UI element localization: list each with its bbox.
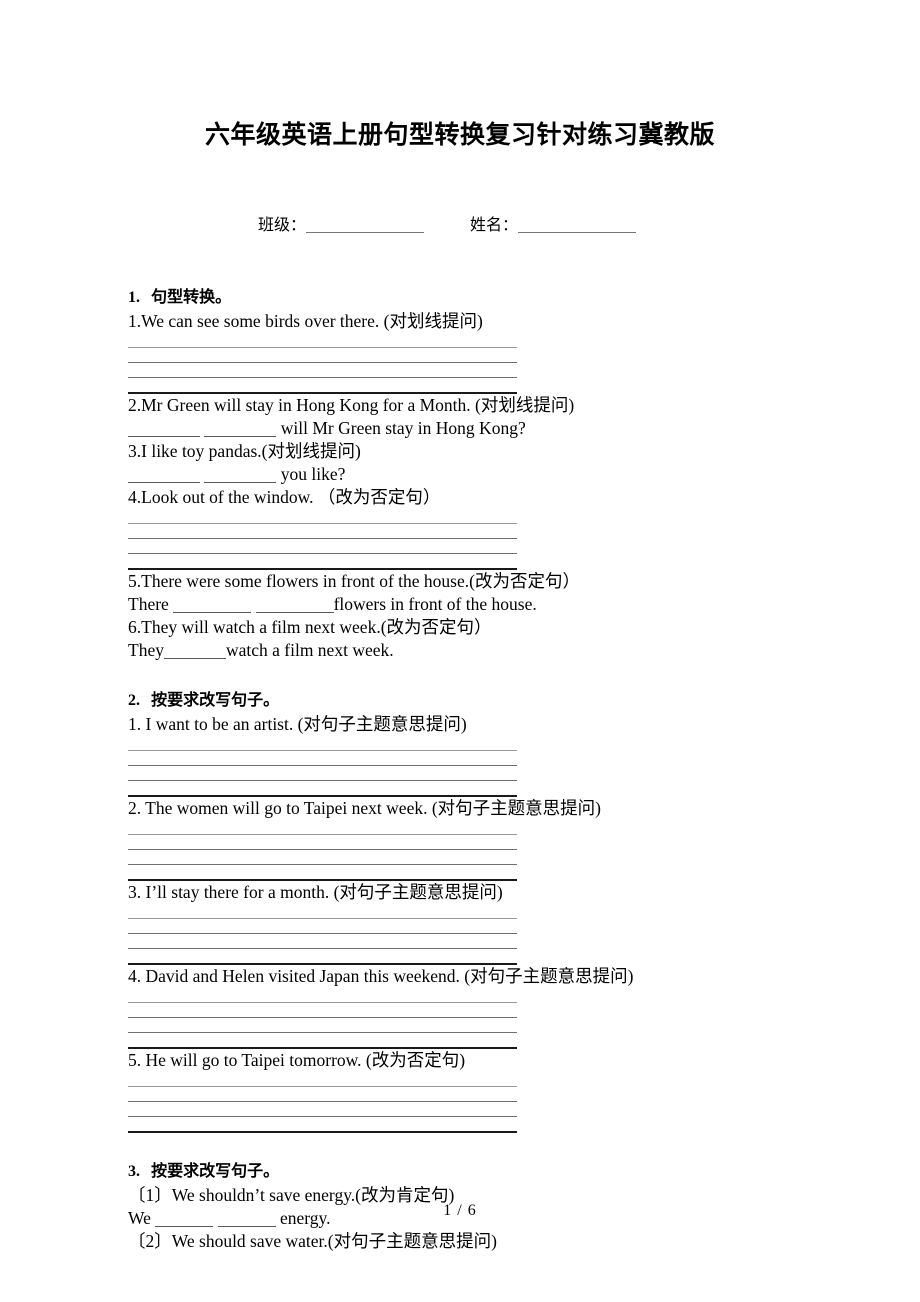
fill-blank[interactable] bbox=[163, 658, 226, 659]
question-prompt: 5.There were some flowers in front of th… bbox=[128, 571, 580, 591]
section-title-3: 按要求改写句子。 bbox=[151, 1161, 280, 1180]
answer-line[interactable] bbox=[128, 554, 517, 570]
answer-line[interactable] bbox=[128, 509, 517, 524]
answer-line[interactable] bbox=[128, 820, 517, 835]
name-label: 姓名： bbox=[470, 215, 519, 234]
question-prompt: 1. I want to be an artist. (对句子主题意思提问) bbox=[128, 714, 467, 734]
answer-lines[interactable] bbox=[128, 736, 517, 797]
question-prompt: 6.They will watch a film next week.(改为否定… bbox=[128, 617, 492, 637]
answer-inline: you like? bbox=[128, 463, 788, 486]
answer-line[interactable] bbox=[128, 781, 517, 797]
answer-suffix: will Mr Green stay in Hong Kong? bbox=[280, 418, 526, 438]
answer-line[interactable] bbox=[128, 1087, 517, 1102]
answer-line[interactable] bbox=[128, 850, 517, 865]
answer-line[interactable] bbox=[128, 736, 517, 751]
question-prompt: 3.I like toy pandas.(对划线提问) bbox=[128, 441, 361, 461]
question-prompt: 〔2〕We should save water.(对句子主题意思提问) bbox=[128, 1231, 497, 1251]
question-prompt: 5. He will go to Taipei tomorrow. (改为否定句… bbox=[128, 1050, 466, 1070]
answer-prefix: There bbox=[128, 594, 169, 614]
fill-blank[interactable] bbox=[155, 1226, 214, 1227]
fill-blank[interactable] bbox=[173, 612, 252, 613]
answer-line[interactable] bbox=[128, 904, 517, 919]
answer-suffix: you like? bbox=[280, 464, 346, 484]
answer-line[interactable] bbox=[128, 1102, 517, 1117]
answer-line[interactable] bbox=[128, 865, 517, 881]
section-number-2: 2. bbox=[128, 692, 140, 709]
answer-line[interactable] bbox=[128, 1072, 517, 1087]
answer-lines[interactable] bbox=[128, 820, 517, 881]
question-prompt: 3. I’ll stay there for a month. (对句子主题意思… bbox=[128, 882, 503, 902]
section-heading-3: 3. 按要求改写句子。 bbox=[128, 1159, 788, 1184]
answer-line[interactable] bbox=[128, 524, 517, 539]
fill-blank[interactable] bbox=[204, 482, 277, 483]
answer-line[interactable] bbox=[128, 835, 517, 850]
answer-line[interactable] bbox=[128, 949, 517, 965]
page-title: 六年级英语上册句型转换复习针对练习冀教版 bbox=[204, 120, 715, 149]
answer-inline: There flowers in front of the house. bbox=[128, 593, 788, 616]
answer-lines[interactable] bbox=[128, 904, 517, 965]
answer-lines[interactable] bbox=[128, 1072, 517, 1133]
fill-blank[interactable] bbox=[204, 436, 277, 437]
document-page: 六年级英语上册句型转换复习针对练习冀教版 班级： 姓名： 1. 句型转换。 1.W… bbox=[0, 0, 920, 1302]
question-prompt: 2. The women will go to Taipei next week… bbox=[128, 798, 601, 818]
answer-prefix: They bbox=[128, 640, 164, 660]
answer-line[interactable] bbox=[128, 1117, 517, 1133]
answer-line[interactable] bbox=[128, 333, 517, 348]
answer-line[interactable] bbox=[128, 1018, 517, 1033]
answer-lines[interactable] bbox=[128, 988, 517, 1049]
answer-line[interactable] bbox=[128, 919, 517, 934]
page-footer: 1 / 6 bbox=[443, 1202, 477, 1219]
answer-line[interactable] bbox=[128, 348, 517, 363]
fill-blank[interactable] bbox=[255, 612, 334, 613]
answer-suffix: flowers in front of the house. bbox=[333, 594, 537, 614]
section-number-3: 3. bbox=[128, 1163, 140, 1180]
question-prompt: 1.We can see some birds over there. (对划线… bbox=[128, 311, 483, 331]
fill-blank[interactable] bbox=[128, 482, 200, 483]
answer-line[interactable] bbox=[128, 363, 517, 378]
class-label: 班级： bbox=[258, 215, 307, 234]
question-prompt: 4. David and Helen visited Japan this we… bbox=[128, 966, 634, 986]
class-blank[interactable] bbox=[306, 232, 425, 233]
fill-blank[interactable] bbox=[128, 436, 200, 437]
answer-line[interactable] bbox=[128, 1033, 517, 1049]
answer-line[interactable] bbox=[128, 934, 517, 949]
name-blank[interactable] bbox=[518, 232, 637, 233]
answer-lines[interactable] bbox=[128, 509, 517, 570]
answer-line[interactable] bbox=[128, 378, 517, 394]
section-title-1: 句型转换。 bbox=[151, 287, 232, 306]
question-prompt: 4.Look out of the window. （改为否定句） bbox=[128, 487, 441, 507]
section-heading-1: 1. 句型转换。 bbox=[128, 285, 788, 310]
exercise-body: 1. 句型转换。 1.We can see some birds over th… bbox=[128, 285, 788, 1253]
answer-line[interactable] bbox=[128, 1003, 517, 1018]
answer-line[interactable] bbox=[128, 988, 517, 1003]
answer-lines[interactable] bbox=[128, 333, 517, 394]
question-prompt: 2.Mr Green will stay in Hong Kong for a … bbox=[128, 395, 575, 415]
answer-suffix: watch a film next week. bbox=[225, 640, 394, 660]
section-heading-2: 2. 按要求改写句子。 bbox=[128, 688, 788, 713]
section-title-2: 按要求改写句子。 bbox=[151, 690, 280, 709]
answer-line[interactable] bbox=[128, 751, 517, 766]
answer-inline: will Mr Green stay in Hong Kong? bbox=[128, 417, 788, 440]
answer-line[interactable] bbox=[128, 539, 517, 554]
section-number-1: 1. bbox=[128, 289, 140, 306]
answer-line[interactable] bbox=[128, 766, 517, 781]
student-info-row: 班级： 姓名： bbox=[258, 213, 637, 237]
answer-inline: They watch a film next week. bbox=[128, 639, 788, 662]
fill-blank[interactable] bbox=[217, 1226, 276, 1227]
